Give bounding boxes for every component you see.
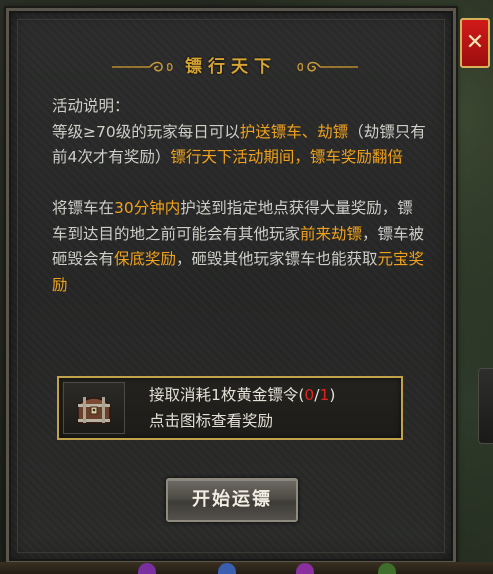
desc-highlight: 30分钟内: [114, 199, 181, 217]
desc-segment: 将镖车在: [52, 199, 115, 217]
desc-segment: 等级≥70级的玩家每日可以: [52, 122, 240, 141]
hud-gem-icon: [296, 563, 314, 574]
hud-gem-icon: [218, 563, 236, 574]
task-count-total: 1: [319, 386, 330, 404]
start-escort-button[interactable]: 开始运镖: [166, 478, 298, 522]
hud-gem-icon: [378, 563, 396, 574]
desc-highlight: 前来劫镖: [300, 224, 363, 243]
dialog-title: 镖行天下: [185, 57, 277, 77]
desc-segment: ，砸毁其他玩家镖车也能获取: [176, 250, 378, 268]
description-paragraph-2: 将镖车在30分钟内护送到指定地点获得大量奖励，镖车到达目的地之前可能会有其他玩家…: [52, 196, 428, 298]
task-cost-suffix: ): [329, 386, 336, 404]
treasure-chest-icon[interactable]: [64, 383, 124, 433]
side-tab-handle[interactable]: [478, 368, 493, 444]
desc-highlight: 护送镖车、劫镖: [239, 122, 349, 141]
title-bar: 镖行天下: [6, 52, 456, 82]
task-cost-prefix: 接取消耗1枚黄金镖令(: [149, 386, 305, 404]
close-button[interactable]: ✕: [460, 18, 490, 68]
desc-highlight: 保底奖励: [114, 250, 177, 268]
description-paragraph-1: 等级≥70级的玩家每日可以护送镖车、劫镖（劫镖只有前4次才有奖励）镖行天下活动期…: [52, 120, 428, 171]
bottom-hud-strip: [0, 562, 493, 574]
event-description: 活动说明： 等级≥70级的玩家每日可以护送镖车、劫镖（劫镖只有前4次才有奖励）镖…: [52, 94, 428, 298]
right-ornament-icon: [297, 61, 358, 72]
task-hint-text: 点击图标查看奖励: [149, 412, 274, 430]
hud-gem-icon: [138, 563, 156, 574]
desc-highlight: 镖行天下活动期间，镖车奖励翻倍: [170, 148, 403, 166]
description-heading: 活动说明：: [52, 97, 130, 115]
reward-chest-slot[interactable]: [63, 382, 125, 434]
escort-task-box: 接取消耗1枚黄金镖令(0/1) 点击图标查看奖励: [57, 376, 403, 440]
task-cost-text: 接取消耗1枚黄金镖令(0/1): [149, 383, 335, 407]
task-count-used: 0: [304, 386, 315, 404]
